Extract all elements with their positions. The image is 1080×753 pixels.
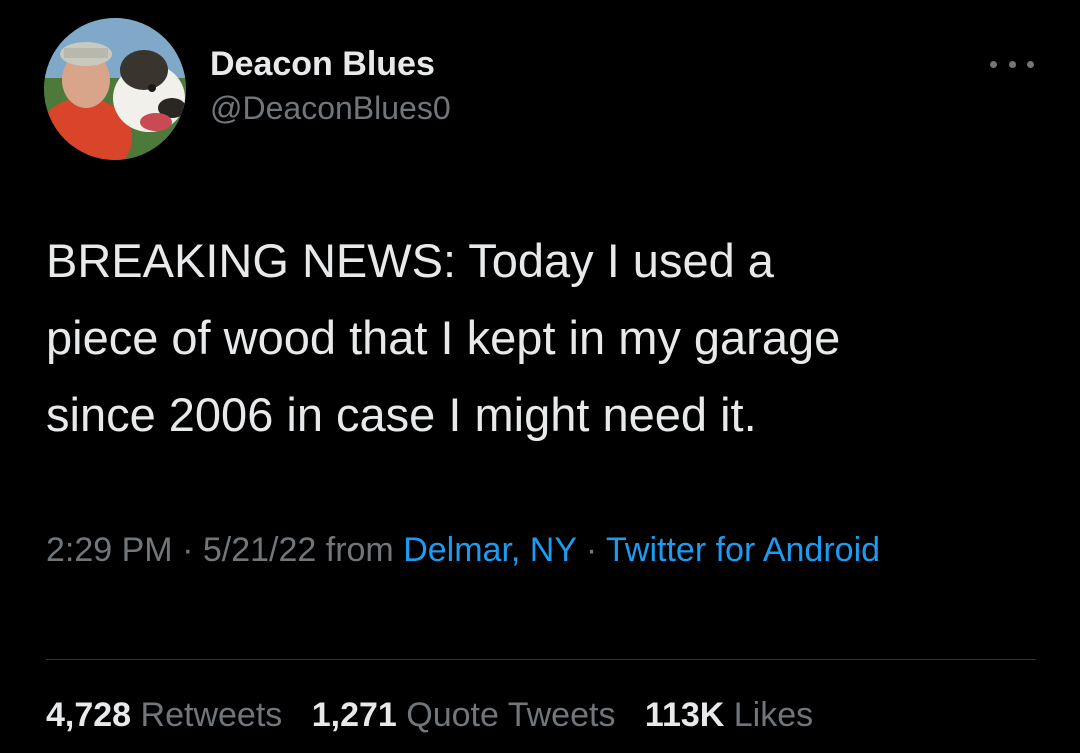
likes-label: Likes: [733, 696, 814, 734]
author-block: Deacon Blues @DeaconBlues0: [210, 42, 451, 130]
likes-count: 113K: [644, 696, 725, 734]
separator-dot: ·: [172, 531, 203, 569]
client-link[interactable]: Twitter for Android: [606, 531, 880, 569]
more-dot: [990, 60, 997, 68]
quote-tweets-stat[interactable]: 1,271 Quote Tweets: [312, 696, 616, 734]
quote-tweets-label: Quote Tweets: [406, 696, 616, 734]
quote-tweets-count: 1,271: [311, 696, 397, 734]
divider: [46, 659, 1036, 660]
tweet-metadata: 2:29 PM · 5/21/22 from Delmar, NY · Twit…: [46, 523, 1046, 577]
from-label: from: [316, 531, 404, 569]
tweet-text-line: piece of wood that I kept in my garage: [46, 311, 841, 364]
author-display-name[interactable]: Deacon Blues: [210, 42, 451, 86]
tweet-text-line: BREAKING NEWS: Today I used a: [46, 234, 774, 287]
tweet-card: Deacon Blues @DeaconBlues0 BREAKING NEWS…: [0, 0, 1080, 753]
likes-stat[interactable]: 113K Likes: [645, 696, 813, 734]
more-options-icon[interactable]: [990, 52, 1034, 76]
retweets-label: Retweets: [140, 696, 283, 734]
tweet-date[interactable]: 5/21/22: [203, 531, 316, 569]
retweets-count: 4,728: [46, 696, 132, 734]
separator-dot: ·: [576, 531, 607, 569]
tweet-text: BREAKING NEWS: Today I used a piece of w…: [46, 222, 1046, 453]
avatar-image: [44, 18, 186, 160]
more-dot: [1008, 60, 1016, 68]
tweet-text-line: since 2006 in case I might need it.: [46, 388, 757, 441]
retweets-stat[interactable]: 4,728 Retweets: [46, 696, 282, 734]
tweet-time[interactable]: 2:29 PM: [46, 531, 173, 569]
avatar[interactable]: [44, 18, 186, 160]
engagement-stats: 4,728 Retweets 1,271 Quote Tweets 113K L…: [46, 693, 833, 737]
author-handle[interactable]: @DeaconBlues0: [210, 86, 451, 130]
more-dot: [1027, 60, 1034, 68]
location-link[interactable]: Delmar, NY: [403, 531, 576, 569]
